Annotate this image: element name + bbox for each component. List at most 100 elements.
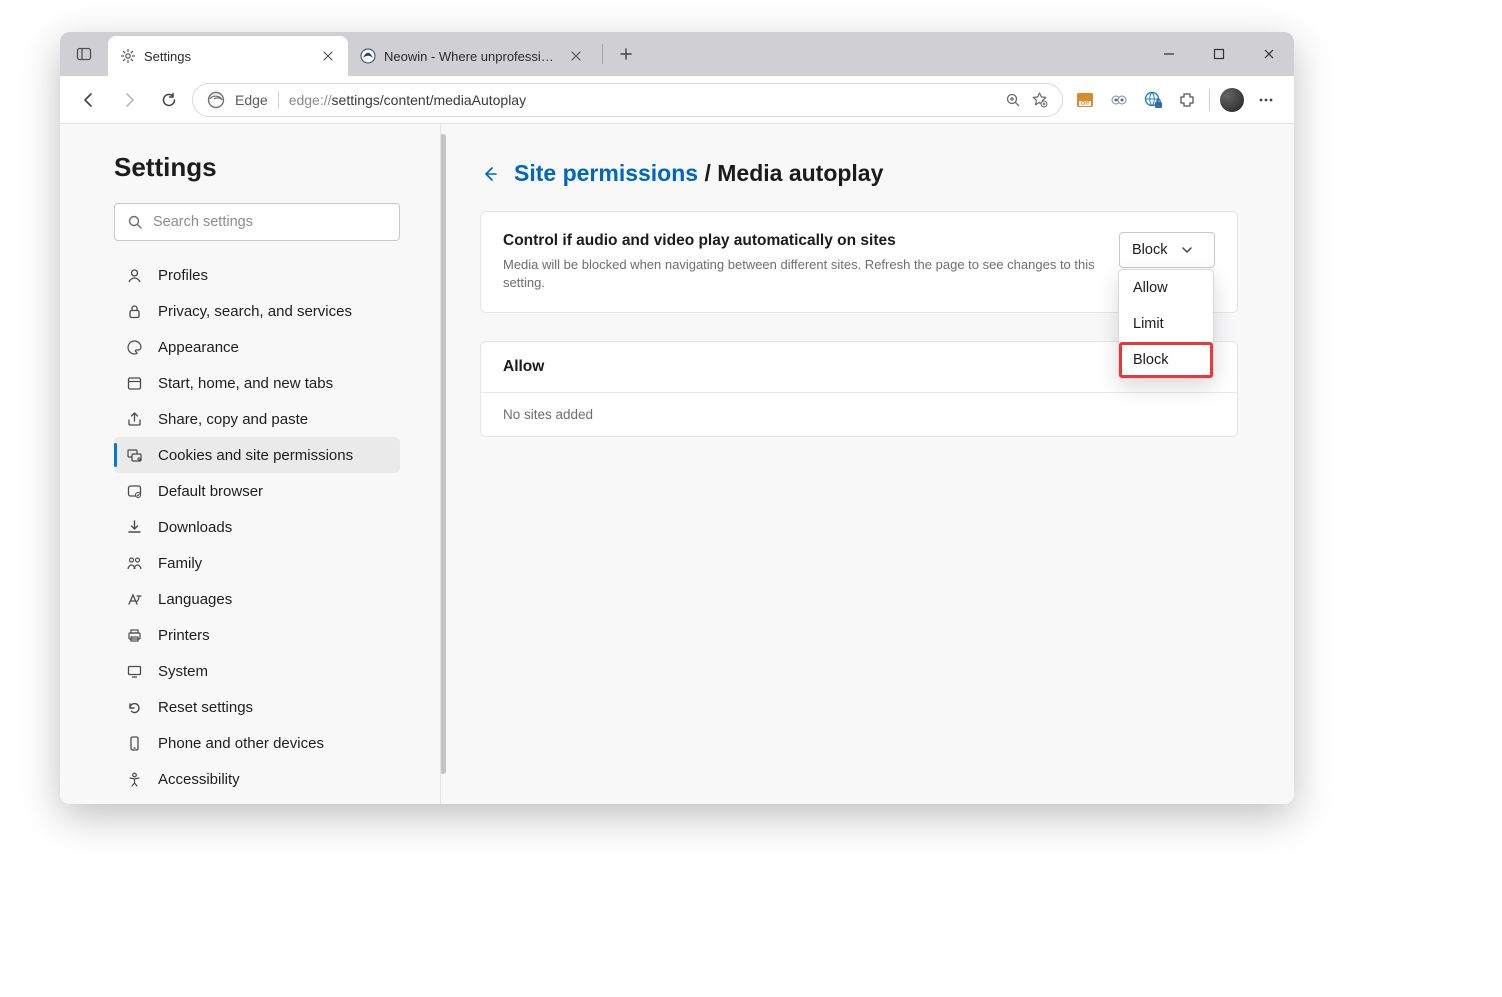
dropdown-option-limit[interactable]: Limit — [1119, 306, 1213, 342]
window-controls — [1144, 32, 1294, 76]
tab-settings[interactable]: Settings — [108, 36, 348, 76]
sidebar-item-label: Cookies and site permissions — [158, 447, 353, 464]
browser-window: Settings Neowin - Where unprofessional — [60, 32, 1294, 804]
sidebar-item-label: Downloads — [158, 519, 232, 536]
download-icon — [124, 517, 144, 537]
autoplay-control-card: Control if audio and video play automati… — [480, 211, 1238, 313]
palette-icon — [124, 337, 144, 357]
breadcrumb-back-button[interactable] — [480, 164, 500, 184]
window-titlebar: Settings Neowin - Where unprofessional — [60, 32, 1294, 76]
tab-title: Settings — [144, 49, 312, 64]
autoplay-select[interactable]: Block Allow Limit Bloc — [1119, 232, 1215, 268]
language-icon — [124, 589, 144, 609]
sidebar-item-printers[interactable]: Printers — [114, 617, 400, 653]
address-divider — [278, 91, 279, 109]
sidebar-item-system[interactable]: System — [114, 653, 400, 689]
extension-moff-icon[interactable]: Off — [1069, 84, 1101, 116]
tab-neowin[interactable]: Neowin - Where unprofessional — [348, 36, 596, 76]
family-icon — [124, 553, 144, 573]
share-icon — [124, 409, 144, 429]
address-url: edge://settings/content/mediaAutoplay — [289, 92, 995, 108]
sidebar-item-family[interactable]: Family — [114, 545, 400, 581]
breadcrumb: Site permissions / Media autoplay — [480, 160, 1238, 187]
sidebar-item-privacy[interactable]: Privacy, search, and services — [114, 293, 400, 329]
sidebar-item-label: Appearance — [158, 339, 239, 356]
breadcrumb-link[interactable]: Site permissions — [514, 160, 698, 186]
back-button[interactable] — [72, 83, 106, 117]
sidebar-item-appearance[interactable]: Appearance — [114, 329, 400, 365]
allow-section-empty: No sites added — [481, 393, 1237, 436]
sidebar-item-label: Printers — [158, 627, 210, 644]
profile-button[interactable] — [1216, 84, 1248, 116]
maximize-button[interactable] — [1194, 32, 1244, 76]
new-tab-button[interactable] — [609, 32, 643, 76]
system-icon — [124, 661, 144, 681]
minimize-button[interactable] — [1144, 32, 1194, 76]
content-area: Settings Profiles Privacy, search, and s… — [60, 124, 1294, 804]
neowin-icon — [360, 48, 376, 64]
tab-separator — [602, 44, 603, 64]
control-row-desc: Media will be blocked when navigating be… — [503, 256, 1095, 292]
extension-eyes-icon[interactable] — [1103, 84, 1135, 116]
tab-actions-icon[interactable] — [60, 32, 108, 76]
avatar — [1220, 88, 1244, 112]
settings-main: Site permissions / Media autoplay Contro… — [440, 124, 1294, 804]
zoom-icon[interactable] — [1005, 92, 1021, 108]
settings-heading: Settings — [114, 152, 400, 183]
sidebar-item-label: Family — [158, 555, 202, 572]
profile-icon — [124, 265, 144, 285]
tab-close-icon[interactable] — [568, 48, 584, 64]
tab-title: Neowin - Where unprofessional — [384, 49, 560, 64]
sidebar-item-label: Privacy, search, and services — [158, 303, 352, 320]
sidebar-item-start[interactable]: Start, home, and new tabs — [114, 365, 400, 401]
chevron-down-icon — [1181, 244, 1193, 256]
settings-nav-list: Profiles Privacy, search, and services A… — [114, 257, 400, 797]
dropdown-option-allow[interactable]: Allow — [1119, 270, 1213, 306]
select-value: Block — [1132, 242, 1167, 258]
accessibility-icon — [124, 769, 144, 789]
sidebar-item-cookies[interactable]: Cookies and site permissions — [114, 437, 400, 473]
address-bar[interactable]: Edge edge://settings/content/mediaAutopl… — [192, 83, 1063, 117]
sidebar-item-profiles[interactable]: Profiles — [114, 257, 400, 293]
printer-icon — [124, 625, 144, 645]
tab-close-icon[interactable] — [320, 48, 336, 64]
lock-icon — [124, 301, 144, 321]
sidebar-item-label: System — [158, 663, 208, 680]
more-menu-button[interactable] — [1250, 84, 1282, 116]
sidebar-item-label: Languages — [158, 591, 232, 608]
sidebar-item-label: Default browser — [158, 483, 263, 500]
sidebar-item-downloads[interactable]: Downloads — [114, 509, 400, 545]
sidebar-item-label: Accessibility — [158, 771, 240, 788]
sidebar-item-label: Profiles — [158, 267, 208, 284]
settings-search-box[interactable] — [114, 203, 400, 241]
extensions-menu-icon[interactable] — [1171, 84, 1203, 116]
settings-sidebar: Settings Profiles Privacy, search, and s… — [60, 124, 440, 804]
refresh-button[interactable] — [152, 83, 186, 117]
sidebar-item-reset[interactable]: Reset settings — [114, 689, 400, 725]
search-icon — [127, 214, 143, 230]
sidebar-item-languages[interactable]: Languages — [114, 581, 400, 617]
sidebar-item-phone[interactable]: Phone and other devices — [114, 725, 400, 761]
breadcrumb-title: Site permissions / Media autoplay — [514, 160, 883, 187]
sidebar-item-label: Start, home, and new tabs — [158, 375, 333, 392]
favorite-icon[interactable] — [1031, 91, 1048, 108]
forward-button[interactable] — [112, 83, 146, 117]
extension-globe-lock-icon[interactable] — [1137, 84, 1169, 116]
sidebar-item-share[interactable]: Share, copy and paste — [114, 401, 400, 437]
sidebar-item-label: Phone and other devices — [158, 735, 324, 752]
close-window-button[interactable] — [1244, 32, 1294, 76]
control-row-title: Control if audio and video play automati… — [503, 232, 1095, 250]
svg-text:Off: Off — [1081, 101, 1089, 107]
edge-logo-icon — [207, 91, 225, 109]
window-icon — [124, 373, 144, 393]
sidebar-item-label: Share, copy and paste — [158, 411, 308, 428]
dropdown-option-block[interactable]: Block — [1119, 342, 1213, 378]
reset-icon — [124, 697, 144, 717]
allow-section-title: Allow — [503, 358, 544, 376]
sidebar-item-accessibility[interactable]: Accessibility — [114, 761, 400, 797]
browser-toolbar: Edge edge://settings/content/mediaAutopl… — [60, 76, 1294, 124]
phone-icon — [124, 733, 144, 753]
sidebar-item-default-browser[interactable]: Default browser — [114, 473, 400, 509]
toolbar-actions: Off — [1069, 84, 1282, 116]
settings-search-input[interactable] — [153, 214, 387, 230]
